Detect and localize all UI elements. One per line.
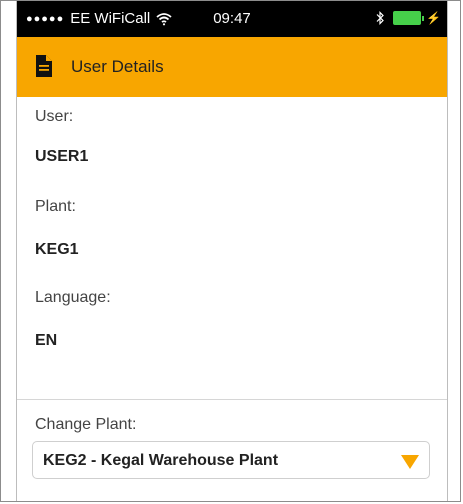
language-value: EN bbox=[35, 332, 58, 349]
user-label: User: bbox=[35, 108, 74, 125]
plant-label: Plant: bbox=[35, 198, 76, 215]
bluetooth-icon bbox=[376, 11, 384, 25]
dropdown-arrow-icon bbox=[401, 455, 419, 469]
charging-icon: ⚡ bbox=[426, 11, 441, 25]
page-title: User Details bbox=[71, 57, 164, 76]
battery-icon: ⚡ bbox=[393, 11, 441, 25]
plant-value: KEG1 bbox=[35, 241, 79, 258]
change-plant-selected-value: KEG2 - Kegal Warehouse Plant bbox=[43, 452, 279, 469]
app-header: User Details bbox=[17, 37, 447, 97]
status-bar: ●●●●● EE WiFiCall 09:47 ⚡ bbox=[17, 1, 447, 37]
status-right: ⚡ bbox=[375, 11, 441, 25]
user-value: USER1 bbox=[35, 148, 89, 165]
change-plant-label: Change Plant: bbox=[35, 416, 137, 433]
battery-tip bbox=[422, 15, 425, 21]
battery-level bbox=[393, 11, 422, 25]
section-divider bbox=[17, 399, 447, 400]
document-icon bbox=[36, 55, 52, 77]
language-label: Language: bbox=[35, 289, 111, 306]
screenshot-frame: ●●●●● EE WiFiCall 09:47 ⚡ User Details U… bbox=[0, 0, 461, 502]
phone-screen: ●●●●● EE WiFiCall 09:47 ⚡ User Details U… bbox=[16, 1, 448, 501]
change-plant-select[interactable]: KEG2 - Kegal Warehouse Plant bbox=[32, 441, 430, 479]
